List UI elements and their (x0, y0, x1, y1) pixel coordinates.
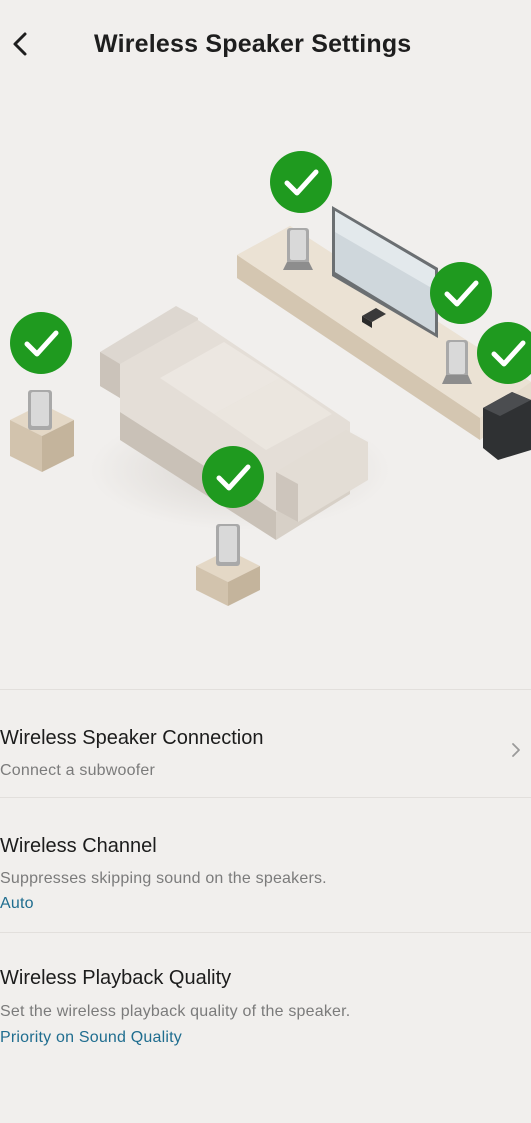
speaker-layout-illustration (0, 90, 531, 688)
row-title: Wireless Speaker Connection (0, 727, 264, 749)
page-title: Wireless Speaker Settings (94, 30, 412, 58)
chevron-left-icon (13, 32, 27, 56)
row-value: Auto (0, 895, 34, 912)
top-bar: Wireless Speaker Settings (0, 0, 531, 90)
chevron-right-icon (511, 742, 521, 763)
wireless-playback-quality-row[interactable]: Wireless Playback Quality Set the wirele… (0, 933, 531, 1067)
row-value: Priority on Sound Quality (0, 1029, 182, 1046)
row-description: Suppresses skipping sound on the speaker… (0, 870, 327, 887)
speaker-rear-center (196, 524, 260, 606)
speaker-front-left (283, 228, 313, 270)
back-button[interactable] (0, 22, 40, 66)
row-title: Wireless Channel (0, 835, 157, 857)
speaker-rear-left (10, 390, 74, 472)
row-description: Connect a subwoofer (0, 762, 156, 779)
row-title: Wireless Playback Quality (0, 967, 232, 989)
check-circle-icon (430, 262, 492, 324)
room-layout-graphic (10, 151, 531, 606)
check-circle-icon (10, 312, 72, 374)
check-circle-icon (202, 446, 264, 508)
wireless-channel-row[interactable]: Wireless Channel Suppresses skipping sou… (0, 798, 531, 932)
speaker-front-right (442, 340, 472, 384)
check-circle-icon (270, 151, 332, 213)
wireless-speaker-connection-row[interactable]: Wireless Speaker Connection Connect a su… (0, 690, 531, 796)
row-description: Set the wireless playback quality of the… (0, 1003, 351, 1020)
